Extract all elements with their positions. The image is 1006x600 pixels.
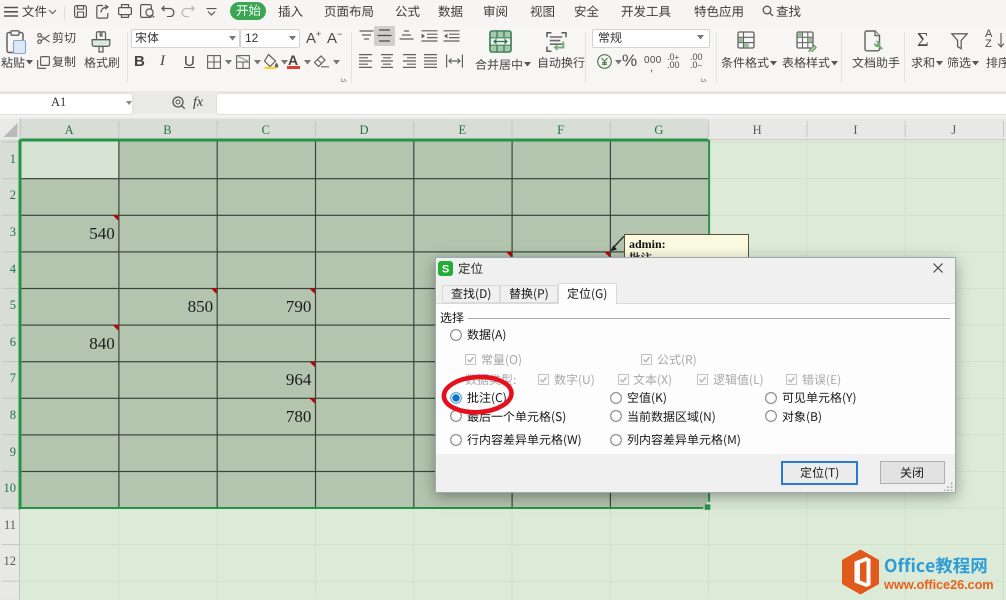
svg-text:S: S (442, 264, 449, 276)
